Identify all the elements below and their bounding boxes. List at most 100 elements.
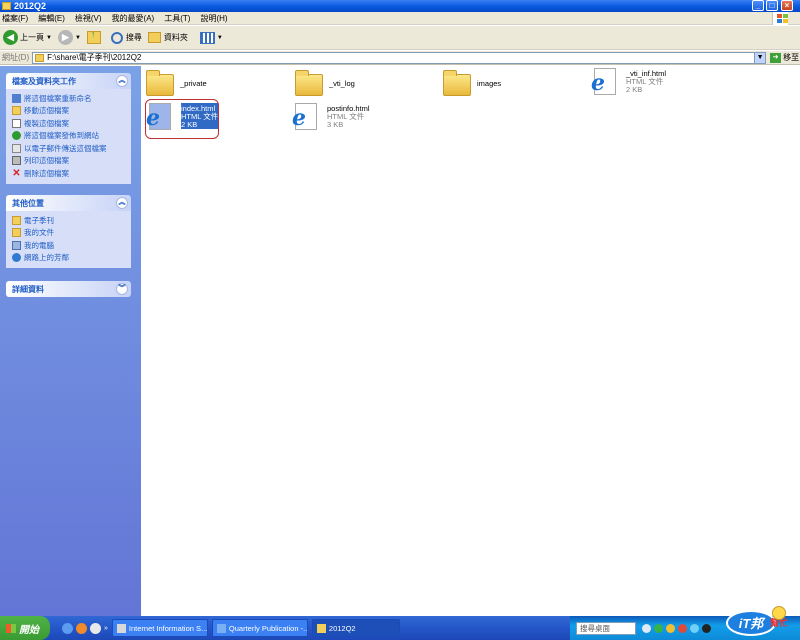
place-my-documents[interactable]: 我的文件 [12, 227, 126, 240]
browser-icon[interactable] [76, 622, 87, 634]
html-file-icon: e [292, 103, 322, 131]
start-button[interactable]: 開始 [0, 616, 50, 640]
folder-icon [316, 623, 326, 633]
tray-icon[interactable] [678, 623, 687, 633]
tray-icon[interactable] [702, 623, 711, 633]
file-item[interactable]: _vti_log [294, 70, 355, 98]
task-rename[interactable]: 將這個檔案重新命名 [12, 92, 126, 105]
expand-icon[interactable]: ︾ [116, 283, 128, 295]
forward-button[interactable]: ▶ ▼ [57, 30, 81, 45]
printer-icon [12, 156, 21, 166]
collapse-icon[interactable]: ︽ [116, 197, 128, 209]
file-size: 3 KB [327, 120, 344, 129]
up-folder-icon: ↑ [86, 29, 101, 44]
move-icon [12, 106, 21, 116]
collapse-icon[interactable]: ︽ [116, 75, 128, 87]
window-title: 2012Q2 [14, 1, 47, 11]
folder-icon [442, 70, 472, 98]
tray-icon[interactable] [666, 623, 675, 633]
panel-header[interactable]: 檔案及資料夾工作 ︽ [6, 73, 131, 89]
back-arrow-icon: ◀ [3, 30, 18, 45]
selection-highlight [145, 99, 219, 139]
chevron-down-icon: ▼ [216, 34, 223, 41]
other-places-panel: 其他位置 ︽ 電子季刊 我的文件 我的電腦 網路上的芳鄰 [6, 195, 131, 268]
menu-edit[interactable]: 編輯(E) [38, 13, 65, 24]
back-button[interactable]: ◀ 上一頁 ▼ [3, 30, 52, 45]
place-network[interactable]: 網路上的芳鄰 [12, 252, 126, 265]
chevron-down-icon[interactable]: ▼ [754, 52, 766, 63]
task-email[interactable]: 以電子郵件傳送這個檔案 [12, 142, 126, 155]
task-publish[interactable]: 將這個檔案發佈到網站 [12, 130, 126, 143]
folders-button[interactable]: 資料夾 [147, 32, 188, 43]
place-my-computer[interactable]: 我的電腦 [12, 239, 126, 252]
ie-icon [216, 623, 226, 633]
go-button[interactable]: ➜ 移至 [770, 52, 799, 63]
ithome-logo: iT邦 幫忙 [726, 606, 796, 640]
menu-favorites[interactable]: 我的最愛(A) [112, 13, 155, 24]
title-bar[interactable]: 2012Q2 [0, 0, 800, 12]
taskbar-item[interactable]: Quarterly Publication -... [211, 619, 308, 637]
menu-tools[interactable]: 工具(T) [164, 13, 190, 24]
documents-icon [12, 228, 21, 238]
address-input[interactable]: F:\share\電子季刊\2012Q2 ▼ [32, 51, 767, 64]
search-button[interactable]: 搜尋 [110, 31, 142, 44]
menu-file[interactable]: 檔案(F) [2, 13, 28, 24]
rename-icon [12, 93, 21, 103]
maximize-button[interactable]: □ [766, 0, 778, 11]
address-path: F:\share\電子季刊\2012Q2 [47, 53, 142, 62]
chevron-right-icon[interactable]: » [104, 625, 108, 632]
tray-icon[interactable] [690, 623, 699, 633]
task-print[interactable]: 列印這個檔案 [12, 155, 126, 168]
file-item[interactable]: e _vti_inf.html HTML 文件 2 KB [591, 68, 666, 96]
email-icon [12, 143, 21, 153]
views-button[interactable]: ▼ [199, 31, 223, 44]
minimize-button[interactable]: _ [752, 0, 764, 11]
html-file-icon: e [591, 68, 621, 96]
panel-header[interactable]: 其他位置 ︽ [6, 195, 131, 211]
toolbar: ◀ 上一頁 ▼ ▶ ▼ ↑ 搜尋 資料夾 ▼ [0, 26, 800, 50]
panel-header[interactable]: 詳細資料 ︾ [6, 281, 131, 297]
taskbar-item-active[interactable]: 2012Q2 [311, 619, 400, 637]
address-bar: 網址(D) F:\share\電子季刊\2012Q2 ▼ ➜ 移至 [0, 51, 800, 65]
globe-icon [12, 131, 21, 141]
close-button[interactable]: × [781, 0, 793, 11]
task-delete[interactable]: ✕ 刪除這個檔案 [12, 167, 126, 180]
go-arrow-icon: ➜ [770, 52, 782, 63]
forward-arrow-icon: ▶ [57, 30, 73, 45]
tray-icon[interactable] [642, 623, 651, 633]
up-folder-button[interactable]: ↑ [86, 29, 101, 44]
app-icon[interactable] [90, 622, 101, 634]
chevron-down-icon: ▼ [46, 34, 52, 41]
file-view[interactable] [141, 66, 800, 616]
search-icon [110, 31, 123, 44]
windows-logo-icon [772, 12, 788, 25]
details-panel: 詳細資料 ︾ [6, 281, 131, 297]
menu-help[interactable]: 說明(H) [200, 13, 227, 24]
folders-icon [147, 32, 161, 43]
file-item[interactable]: images [442, 70, 501, 98]
file-item[interactable]: e postinfo.html HTML 文件 3 KB [292, 103, 370, 131]
task-pane: 檔案及資料夾工作 ︽ 將這個檔案重新命名 移動這個檔案 複製這個檔案 將這個檔案… [0, 66, 141, 616]
file-item[interactable]: _private [145, 70, 207, 98]
computer-icon [12, 240, 21, 250]
file-name: images [477, 79, 502, 88]
file-size: 2 KB [626, 85, 643, 94]
task-copy[interactable]: 複製這個檔案 [12, 117, 126, 130]
file-tasks-panel: 檔案及資料夾工作 ︽ 將這個檔案重新命名 移動這個檔案 複製這個檔案 將這個檔案… [6, 73, 131, 184]
desktop-search-input[interactable]: 搜尋桌面 [576, 621, 636, 635]
menu-view[interactable]: 檢視(V) [75, 13, 102, 24]
address-label: 網址(D) [2, 53, 30, 62]
folder-icon [12, 215, 21, 225]
taskbar-item[interactable]: Internet Information S... [111, 619, 208, 637]
tray-icon[interactable] [654, 623, 663, 633]
ie-icon[interactable] [62, 622, 73, 634]
delete-icon: ✕ [12, 167, 21, 179]
file-name: _vti_log [329, 79, 355, 88]
task-move[interactable]: 移動這個檔案 [12, 105, 126, 118]
menu-bar: 檔案(F) 編輯(E) 檢視(V) 我的最愛(A) 工具(T) 說明(H) [0, 12, 800, 25]
file-name: _private [180, 79, 207, 88]
place-ejournal[interactable]: 電子季刊 [12, 214, 126, 227]
iis-icon [116, 623, 126, 633]
folder-icon [145, 70, 175, 98]
folder-icon [35, 53, 45, 62]
